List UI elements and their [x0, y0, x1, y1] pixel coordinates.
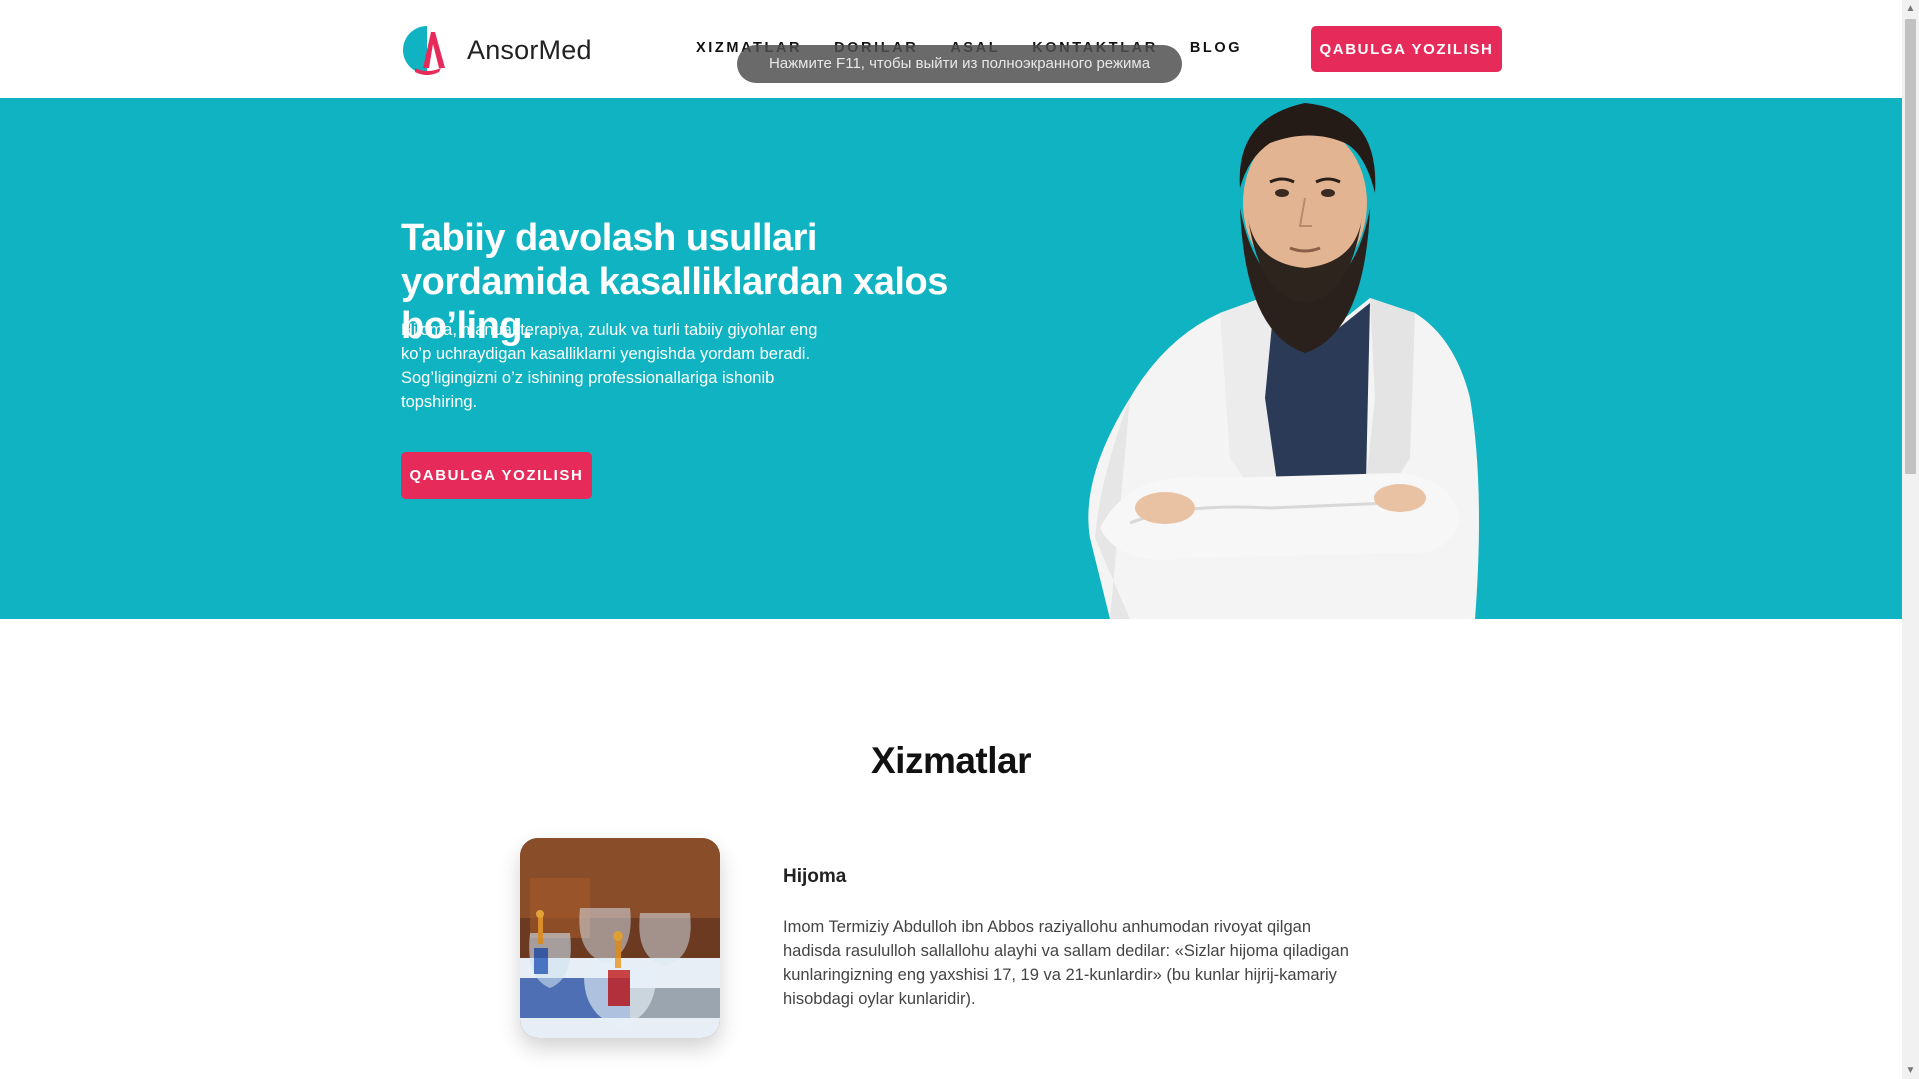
hero-appointment-button[interactable]: QABULGA YOZILISH	[401, 452, 592, 499]
page: AnsorMed XIZMATLAR DORILAR ASAL KONTAKTL…	[0, 0, 1902, 1079]
logo[interactable]: AnsorMed	[401, 24, 592, 76]
service-description: Imom Termiziy Abdulloh ibn Abbos raziyal…	[783, 918, 1349, 1008]
services-title: Xizmatlar	[870, 740, 1032, 781]
header-appointment-button[interactable]: QABULGA YOZILISH	[1311, 26, 1502, 72]
ansormed-logo-icon	[403, 26, 451, 75]
doctor-photo	[1088, 103, 1479, 619]
cupping-photo	[520, 838, 720, 1038]
fullscreen-notice: Нажмите F11, чтобы выйти из полноэкранно…	[737, 45, 1182, 83]
hijoma-service-image[interactable]	[520, 838, 720, 1038]
hero-description: Hijoma, manual terapiya, zuluk va turli …	[401, 321, 818, 411]
scroll-down-arrow-icon[interactable]: ▼	[1902, 1062, 1919, 1079]
hero-section: Tabiiy davolash usullari yordamida kasal…	[0, 98, 1902, 619]
nav-blog[interactable]: BLOG	[1190, 40, 1242, 56]
page-scrollbar[interactable]: ▲ ▼	[1902, 0, 1919, 1079]
service-name: Hijoma	[783, 866, 847, 887]
scroll-thumb[interactable]	[1905, 19, 1916, 474]
scroll-up-arrow-icon[interactable]: ▲	[1902, 0, 1919, 17]
brand-name: AnsorMed	[467, 34, 592, 65]
